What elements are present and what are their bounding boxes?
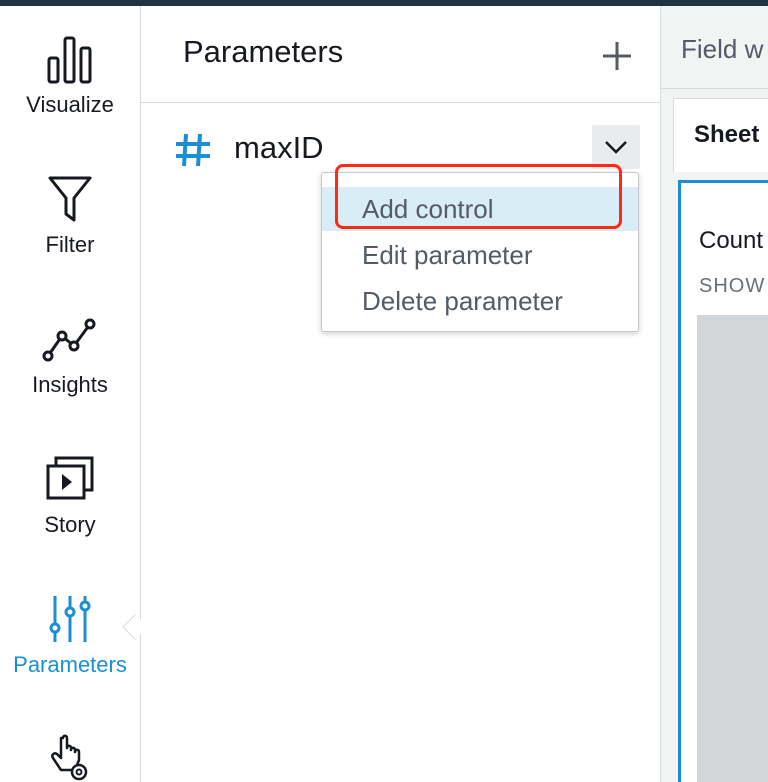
visual-content	[697, 315, 768, 782]
funnel-icon	[48, 176, 92, 222]
menu-item-edit-parameter[interactable]: Edit parameter	[322, 233, 638, 277]
nav-insights[interactable]: Insights	[0, 314, 140, 398]
parameter-menu-button[interactable]	[592, 125, 640, 169]
nav-filter[interactable]: Filter	[0, 174, 140, 258]
panel-header: Parameters	[141, 6, 661, 103]
parameter-name: maxID	[234, 130, 324, 165]
nav-story-label: Story	[44, 512, 96, 537]
play-stack-icon	[46, 456, 94, 500]
sliders-icon	[49, 596, 91, 642]
pointer-gear-icon	[51, 734, 88, 781]
visual-subtitle: SHOW	[699, 275, 766, 297]
nav-parameters-label: Parameters	[13, 652, 127, 677]
hash-icon	[176, 133, 210, 167]
trend-line-icon	[42, 318, 96, 362]
divider	[661, 88, 768, 89]
panel-title: Parameters	[183, 34, 344, 69]
visual-title: Count	[699, 227, 764, 254]
nav-filter-label: Filter	[45, 232, 95, 257]
bar-chart-icon	[47, 36, 92, 84]
sheet-tab[interactable]: Sheet	[673, 98, 768, 172]
nav-insights-label: Insights	[32, 372, 108, 397]
nav-actions[interactable]	[0, 734, 140, 782]
left-nav-rail: Visualize Filter Insights Story Paramete…	[0, 6, 148, 782]
field-wells-tab[interactable]: Field w	[681, 34, 763, 65]
nav-story[interactable]: Story	[0, 454, 140, 538]
menu-item-add-control[interactable]: Add control	[322, 187, 638, 231]
visual-card[interactable]: Count SHOW	[678, 180, 768, 782]
menu-item-delete-parameter[interactable]: Delete parameter	[322, 279, 638, 323]
nav-parameters[interactable]: Parameters	[0, 594, 140, 678]
chevron-down-icon	[605, 141, 627, 154]
nav-visualize-label: Visualize	[26, 92, 114, 117]
parameter-context-menu: Add control Edit parameter Delete parame…	[321, 172, 639, 332]
analysis-area: Field w Sheet Count SHOW	[661, 6, 768, 782]
plus-icon[interactable]	[597, 36, 637, 76]
nav-visualize[interactable]: Visualize	[0, 34, 140, 118]
parameters-panel: Parameters maxID	[141, 6, 661, 782]
sheet-tab-label: Sheet	[694, 121, 760, 148]
parameter-row[interactable]: maxID	[141, 124, 661, 174]
